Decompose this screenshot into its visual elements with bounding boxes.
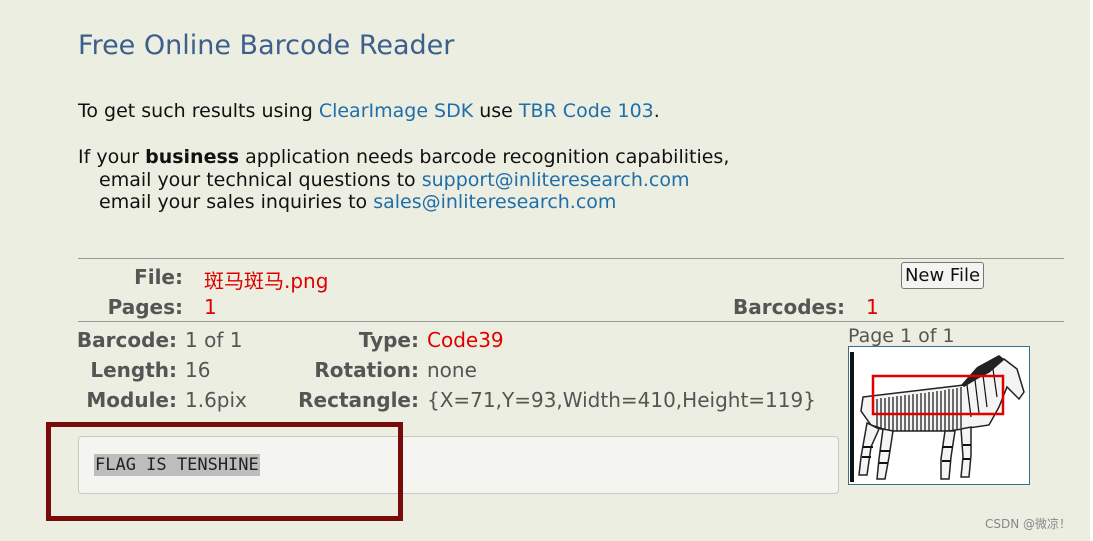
rotation-label: Rotation:	[314, 358, 419, 382]
intro-middle: use	[473, 100, 519, 122]
module-value: 1.6pix	[185, 388, 247, 412]
tbr-code-link[interactable]: TBR Code 103	[519, 100, 654, 122]
business-prefix: If your	[78, 146, 146, 168]
rectangle-value: {X=71,Y=93,Width=410,Height=119}	[427, 388, 816, 412]
intro-suffix: .	[653, 100, 660, 122]
intro-prefix: To get such results using	[78, 100, 319, 122]
length-value: 16	[185, 358, 211, 382]
pages-label: Pages:	[107, 295, 183, 319]
divider-middle	[78, 321, 1064, 322]
type-value: Code39	[427, 328, 504, 352]
clearimage-sdk-link[interactable]: ClearImage SDK	[319, 100, 473, 122]
type-label: Type:	[358, 328, 419, 352]
pages-value: 1	[204, 295, 217, 319]
barcode-label: Barcode:	[76, 328, 177, 352]
annotation-highlight-box	[46, 422, 403, 521]
tech-prefix: email your technical questions to	[99, 169, 422, 191]
business-bold: business	[145, 146, 240, 168]
divider-top	[78, 258, 1064, 259]
barcodes-label: Barcodes:	[733, 295, 845, 319]
intro-line: To get such results using ClearImage SDK…	[78, 100, 660, 122]
module-label: Module:	[86, 388, 177, 412]
page-title: Free Online Barcode Reader	[78, 30, 455, 61]
zebra-image	[849, 347, 1029, 484]
file-label: File:	[134, 265, 183, 289]
sales-email-line: email your sales inquiries to sales@inli…	[99, 191, 616, 213]
file-name: 斑马斑马.png	[204, 269, 329, 293]
rotation-value: none	[427, 358, 477, 382]
new-file-button[interactable]: New File	[901, 262, 984, 289]
tech-email-line: email your technical questions to suppor…	[99, 169, 689, 191]
rectangle-label: Rectangle:	[298, 388, 419, 412]
sales-prefix: email your sales inquiries to	[99, 191, 374, 213]
sales-email-link[interactable]: sales@inliteresearch.com	[373, 191, 616, 213]
barcode-value: 1 of 1	[185, 328, 243, 352]
length-label: Length:	[90, 358, 177, 382]
barcode-preview-image[interactable]	[848, 346, 1030, 485]
business-suffix: application needs barcode recognition ca…	[239, 146, 730, 168]
csdn-watermark: CSDN @微凉！	[985, 517, 1072, 531]
support-email-link[interactable]: support@inliteresearch.com	[422, 169, 690, 191]
barcodes-value: 1	[866, 295, 879, 319]
business-line: If your business application needs barco…	[78, 146, 729, 168]
page-indicator: Page 1 of 1	[848, 325, 955, 347]
